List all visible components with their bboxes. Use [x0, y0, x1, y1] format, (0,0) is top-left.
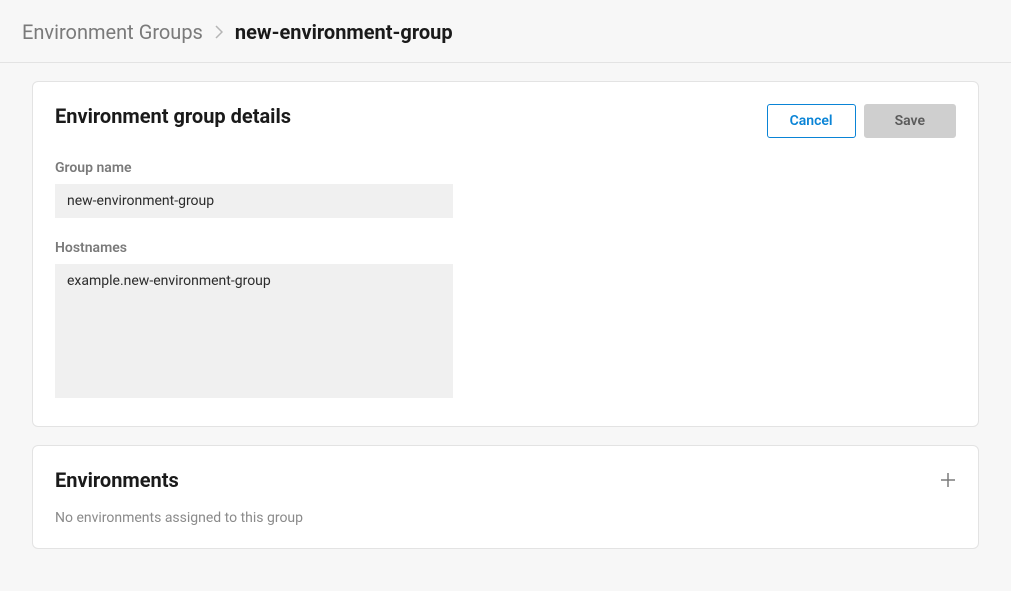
breadcrumb-current: new-environment-group — [235, 20, 453, 44]
plus-icon[interactable] — [940, 472, 956, 488]
breadcrumb-root[interactable]: Environment Groups — [22, 20, 203, 44]
environments-title: Environments — [55, 468, 179, 492]
hostnames-field: Hostnames — [55, 240, 956, 402]
group-name-label: Group name — [55, 160, 956, 176]
details-title: Environment group details — [55, 104, 291, 128]
environments-card-header: Environments — [55, 468, 956, 492]
environments-empty-message: No environments assigned to this group — [55, 510, 956, 526]
hostnames-label: Hostnames — [55, 240, 956, 256]
main-content: Environment group details Cancel Save Gr… — [0, 63, 1011, 591]
group-name-input[interactable] — [55, 184, 453, 218]
save-button[interactable]: Save — [864, 104, 956, 138]
details-card: Environment group details Cancel Save Gr… — [32, 81, 979, 427]
group-name-field: Group name — [55, 160, 956, 218]
details-card-header: Environment group details Cancel Save — [55, 104, 956, 138]
breadcrumb: Environment Groups new-environment-group — [0, 0, 1011, 63]
details-actions: Cancel Save — [767, 104, 956, 138]
cancel-button[interactable]: Cancel — [767, 104, 856, 138]
hostnames-input[interactable] — [55, 264, 453, 398]
environments-card: Environments No environments assigned to… — [32, 445, 979, 549]
chevron-right-icon — [215, 25, 223, 39]
